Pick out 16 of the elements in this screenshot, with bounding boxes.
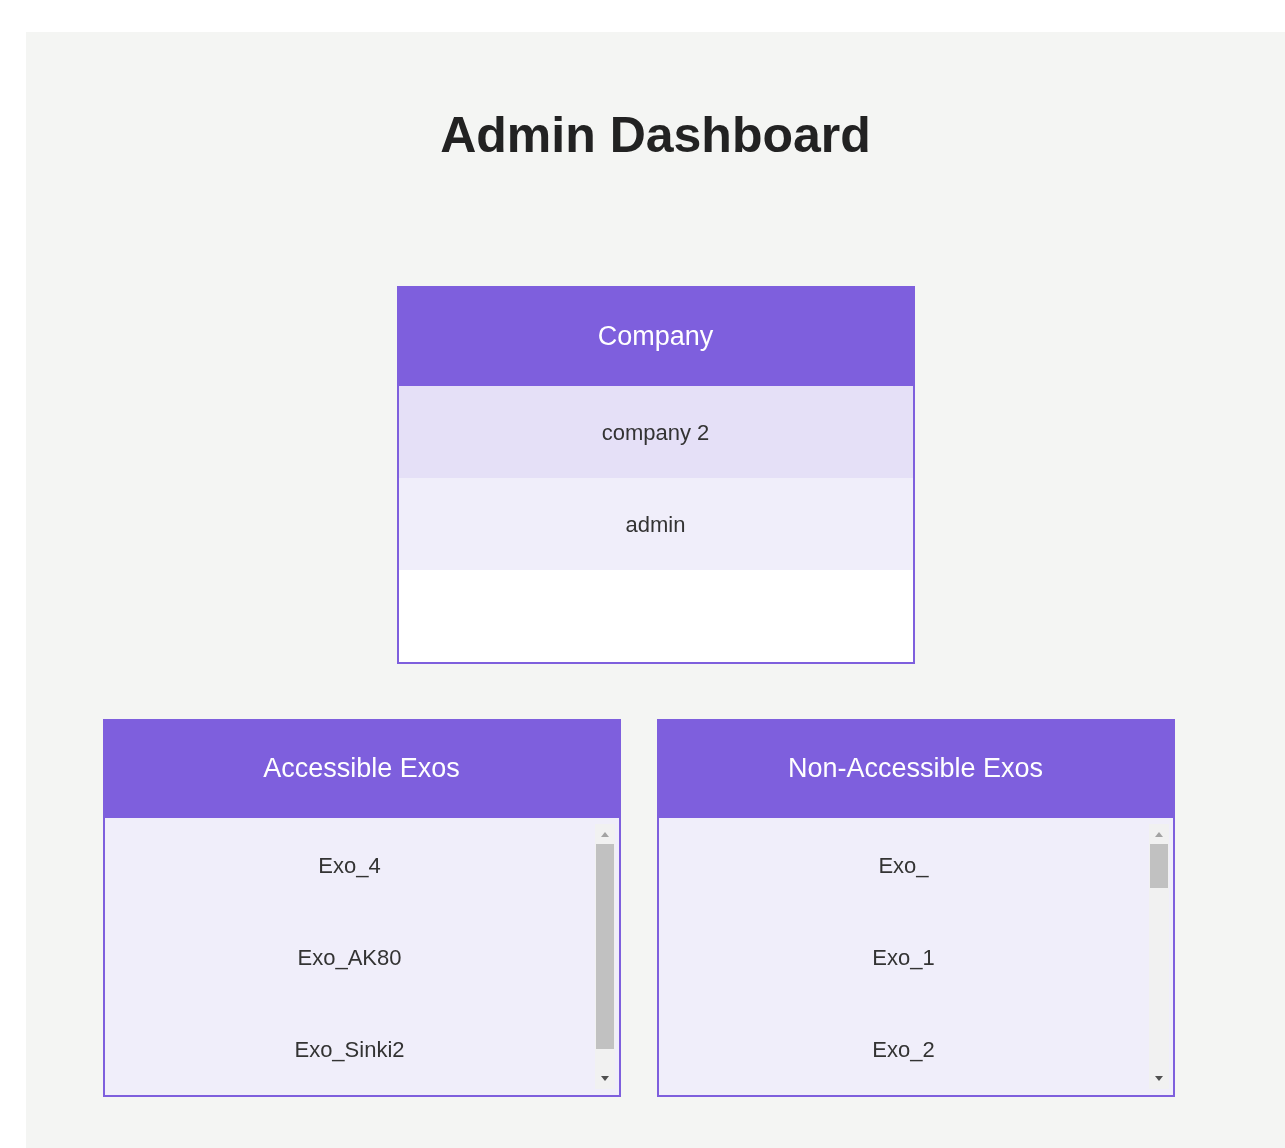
exo-item[interactable]: Exo_4	[104, 819, 595, 911]
company-row: company 2	[398, 386, 913, 478]
exo-item[interactable]: Exo_AK80	[104, 911, 595, 1003]
scrollbar[interactable]	[1148, 824, 1169, 1089]
page-title: Admin Dashboard	[440, 110, 871, 160]
card-header: Company	[396, 286, 915, 386]
exo-item[interactable]: Exo_Sinki2	[104, 1003, 595, 1095]
card-header: Non-Accessible Exos	[656, 719, 1175, 818]
company-row: admin	[398, 478, 913, 570]
scrollbar[interactable]	[594, 824, 615, 1089]
exo-item[interactable]: Exo_	[658, 819, 1149, 911]
scrollbar-thumb[interactable]	[1149, 844, 1168, 888]
card-header: Accessible Exos	[102, 719, 621, 818]
exo-item[interactable]: Exo_1	[658, 911, 1149, 1003]
exo-item[interactable]: Exo_2	[658, 1003, 1149, 1095]
scrollbar-thumb[interactable]	[595, 844, 614, 1049]
